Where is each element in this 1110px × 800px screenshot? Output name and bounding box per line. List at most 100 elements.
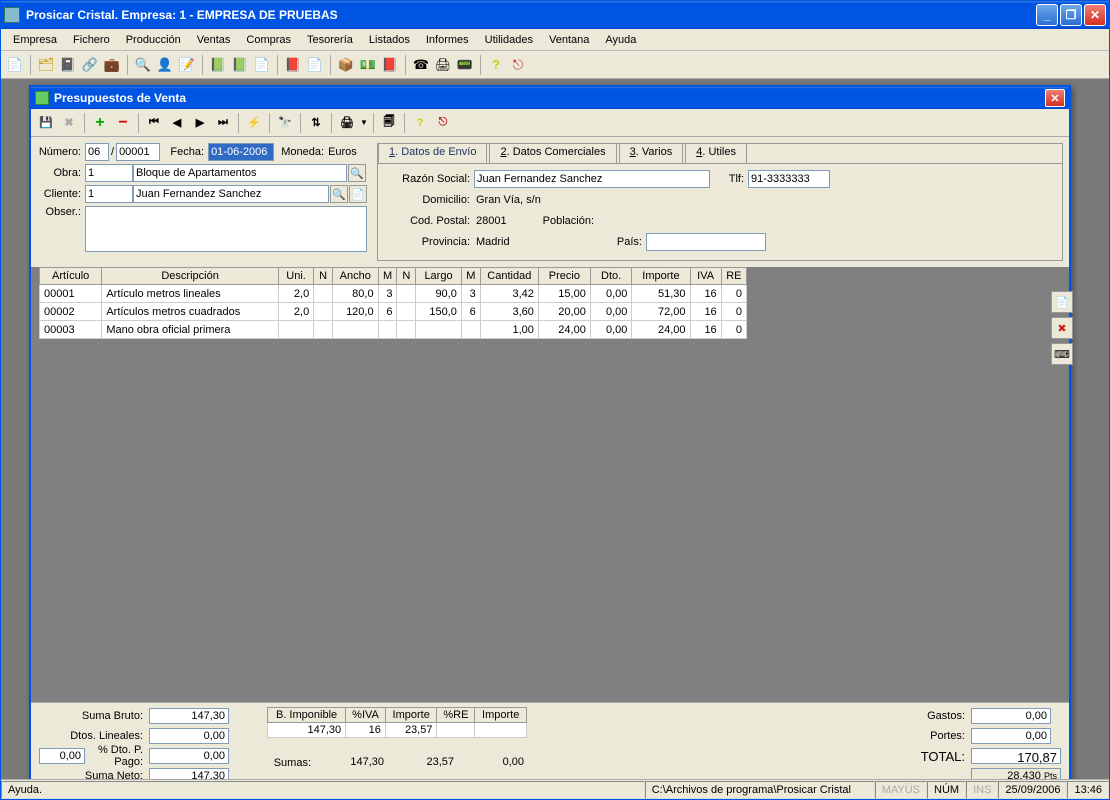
minimize-button[interactable]: _ [1036, 4, 1058, 26]
domicilio-input[interactable] [474, 191, 710, 209]
tb-search-icon[interactable]: 🔍 [133, 55, 153, 75]
cliente-lookup-icon[interactable]: 🔍 [330, 185, 348, 203]
tlf-input[interactable] [748, 170, 830, 188]
tb-box1-icon[interactable]: 📦 [336, 55, 356, 75]
save-icon[interactable]: 💾 [35, 112, 57, 134]
first-icon[interactable]: ⏮ [143, 112, 165, 134]
delete-icon[interactable]: ✖ [58, 112, 80, 134]
grid-header[interactable]: N [314, 268, 333, 285]
tb-exit-icon[interactable]: ⎋ [508, 55, 528, 75]
tb-green1-icon[interactable]: 📗 [208, 55, 228, 75]
obra-name-input[interactable] [133, 164, 347, 182]
tb-box2-icon[interactable]: 💵 [358, 55, 378, 75]
obra-code-input[interactable] [85, 164, 133, 182]
menu-utilidades[interactable]: Utilidades [477, 32, 541, 48]
tb-phone-icon[interactable]: ☎ [411, 55, 431, 75]
grid-header[interactable]: RE [721, 268, 746, 285]
provincia-input[interactable] [474, 233, 594, 251]
menu-fichero[interactable]: Fichero [65, 32, 118, 48]
grid-header[interactable]: M [461, 268, 480, 285]
bolt-icon[interactable]: ⚡ [243, 112, 265, 134]
grid-header[interactable]: M [378, 268, 397, 285]
status-help: Ayuda. [1, 781, 645, 799]
grid-header[interactable]: Uni. [278, 268, 313, 285]
tb-person-icon[interactable]: 👤 [155, 55, 175, 75]
portes-value[interactable]: 0,00 [971, 728, 1051, 744]
menu-ventas[interactable]: Ventas [189, 32, 239, 48]
grid-del-icon[interactable]: ✖ [1051, 317, 1073, 339]
help2-icon[interactable]: ? [409, 112, 431, 134]
numero-num-input[interactable] [116, 143, 160, 161]
sort-icon[interactable]: ⇅ [305, 112, 327, 134]
prev-icon[interactable]: ◀ [166, 112, 188, 134]
tab-comerciales[interactable]: 2. Datos Comerciales [489, 143, 616, 163]
tb-note-icon[interactable]: 📝 [177, 55, 197, 75]
grid-header[interactable]: Cantidad [480, 268, 538, 285]
close-button[interactable]: ✕ [1084, 4, 1106, 26]
tab-varios[interactable]: 3. Varios [619, 143, 684, 163]
cp-input[interactable] [474, 212, 526, 230]
menu-ventana[interactable]: Ventana [541, 32, 597, 48]
table-row[interactable]: 00002Artículos metros cuadrados2,0120,06… [40, 303, 747, 321]
print-dropdown-icon[interactable]: ▼ [359, 112, 369, 134]
grid-header[interactable]: Precio [538, 268, 590, 285]
grid-keyboard-icon[interactable]: ⌨ [1051, 343, 1073, 365]
remove-icon[interactable]: − [112, 112, 134, 134]
grid-header[interactable]: Ancho [332, 268, 378, 285]
tb-help-icon[interactable]: ? [486, 55, 506, 75]
tb-sheet-icon[interactable]: 📄 [252, 55, 272, 75]
gastos-value[interactable]: 0,00 [971, 708, 1051, 724]
last-icon[interactable]: ⏭ [212, 112, 234, 134]
pais-input[interactable] [646, 233, 766, 251]
tb-box3-icon[interactable]: 📕 [380, 55, 400, 75]
table-row[interactable]: 00001Artículo metros lineales2,080,0390,… [40, 285, 747, 303]
tb-briefcase-icon[interactable]: 💼 [102, 55, 122, 75]
cliente-code-input[interactable] [85, 185, 133, 203]
grid-header[interactable]: N [397, 268, 416, 285]
poblacion-input[interactable] [598, 212, 758, 230]
razon-input[interactable] [474, 170, 710, 188]
add-icon[interactable]: + [89, 112, 111, 134]
tab-envio[interactable]: 1. Datos de Envío [378, 143, 487, 163]
grid-header[interactable]: IVA [690, 268, 721, 285]
obra-lookup-icon[interactable]: 🔍 [348, 164, 366, 182]
exit2-icon[interactable]: ⎋ [432, 112, 454, 134]
fecha-input[interactable] [208, 143, 274, 161]
obser-input[interactable] [85, 206, 367, 252]
tb-red2-icon[interactable]: 📄 [305, 55, 325, 75]
maximize-button[interactable]: ❐ [1060, 4, 1082, 26]
pp-pct-value[interactable]: 0,00 [39, 748, 85, 764]
menu-compras[interactable]: Compras [238, 32, 299, 48]
menu-produccion[interactable]: Producción [118, 32, 189, 48]
numero-serie-input[interactable] [85, 143, 109, 161]
cliente-doc-icon[interactable]: 📄 [349, 185, 367, 203]
tb-folder-icon[interactable]: 🗂 [36, 55, 56, 75]
grid-header[interactable]: Artículo [40, 268, 102, 285]
copy-icon[interactable]: 🗐 [378, 112, 400, 134]
tb-book-icon[interactable]: 📓 [58, 55, 78, 75]
grid-header[interactable]: Descripción [102, 268, 279, 285]
lines-grid[interactable]: ArtículoDescripciónUni.NAnchoMNLargoMCan… [39, 267, 747, 339]
next-icon[interactable]: ▶ [189, 112, 211, 134]
tb-chain-icon[interactable]: 🔗 [80, 55, 100, 75]
tb-print-icon[interactable]: 🖨 [433, 55, 453, 75]
menu-empresa[interactable]: Empresa [5, 32, 65, 48]
tb-red1-icon[interactable]: 📕 [283, 55, 303, 75]
tb-calc-icon[interactable]: 📟 [455, 55, 475, 75]
tb-new-icon[interactable]: 📄 [5, 55, 25, 75]
tb-green2-icon[interactable]: 📗 [230, 55, 250, 75]
table-row[interactable]: 00003Mano obra oficial primera1,0024,000… [40, 321, 747, 339]
menu-tesoreria[interactable]: Tesorería [299, 32, 361, 48]
menu-ayuda[interactable]: Ayuda [597, 32, 644, 48]
grid-header[interactable]: Dto. [590, 268, 632, 285]
grid-new-icon[interactable]: 📄 [1051, 291, 1073, 313]
cliente-name-input[interactable] [133, 185, 329, 203]
menu-informes[interactable]: Informes [418, 32, 477, 48]
grid-header[interactable]: Importe [632, 268, 690, 285]
tab-utiles[interactable]: 4. Utiles [685, 143, 747, 163]
menu-listados[interactable]: Listados [361, 32, 418, 48]
binoculars-icon[interactable]: 🔭 [274, 112, 296, 134]
grid-header[interactable]: Largo [416, 268, 462, 285]
printer-icon[interactable]: 🖨 [336, 112, 358, 134]
child-close-button[interactable]: ✕ [1045, 89, 1065, 107]
